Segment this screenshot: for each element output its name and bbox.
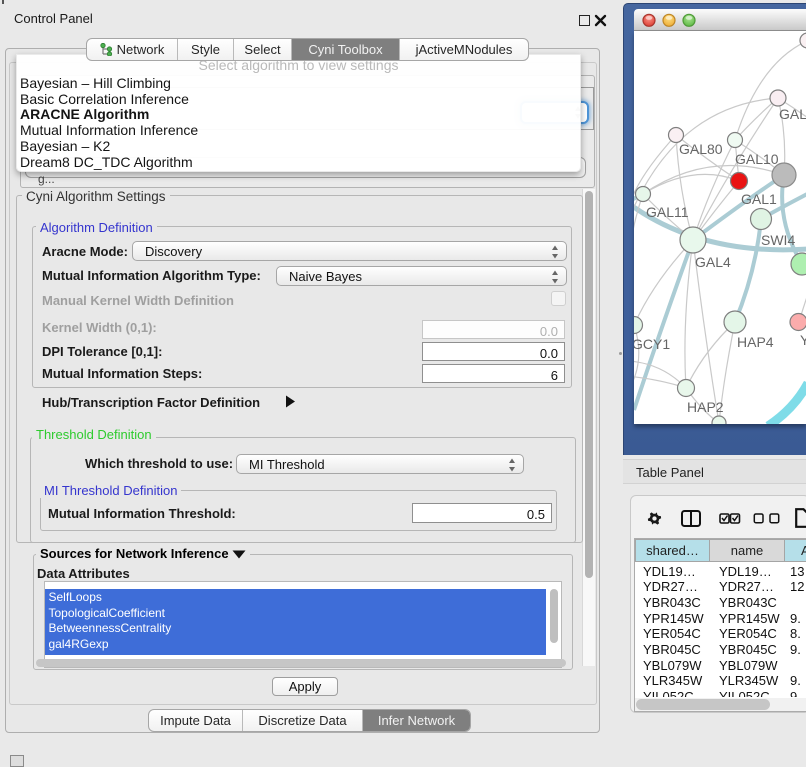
svg-text:GCY1: GCY1 [634,336,670,352]
svg-text:GAL11: GAL11 [646,204,689,220]
svg-text:HAP2: HAP2 [687,399,724,415]
svg-text:GAL4: GAL4 [695,254,731,270]
svg-text:HAP4: HAP4 [737,334,774,350]
svg-text:GAL80: GAL80 [679,141,723,157]
svg-text:GAL10: GAL10 [735,151,779,167]
svg-text:GAL2: GAL2 [779,106,806,122]
svg-text:GAL1: GAL1 [741,191,777,207]
svg-text:YM: YM [800,332,806,348]
svg-text:SWI4: SWI4 [761,232,795,248]
